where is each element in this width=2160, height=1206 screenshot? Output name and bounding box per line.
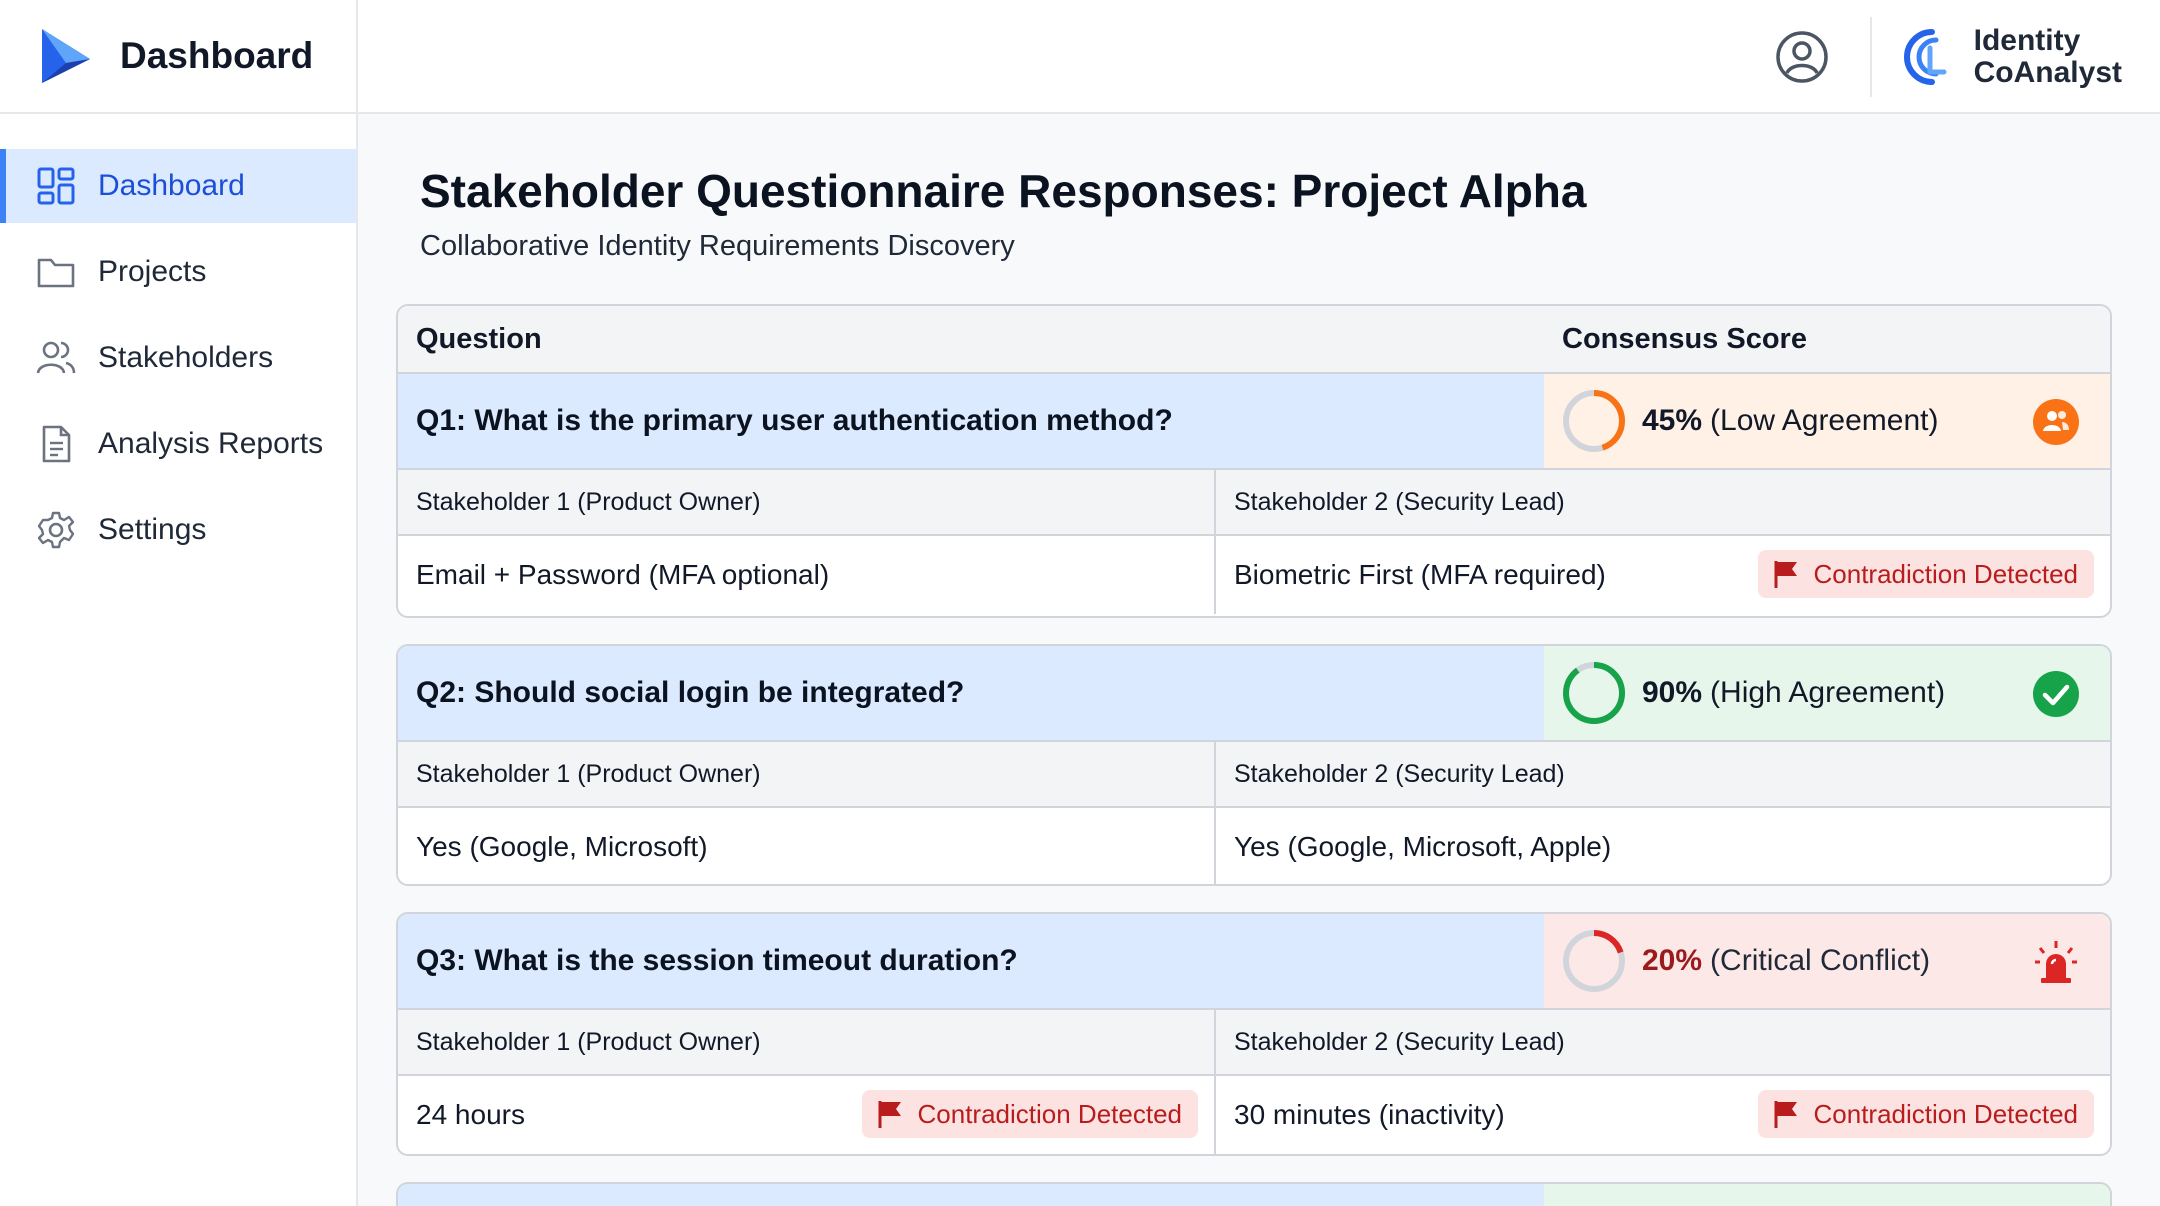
answer-stakeholder-2: Biometric First (MFA required) Contradic… (1216, 536, 2110, 614)
divider (1869, 17, 1872, 97)
sidebar-item-projects[interactable]: Projects (0, 235, 356, 309)
score-label: (Low Agreement) (1710, 404, 1939, 437)
score-percent: 90% (1642, 676, 1703, 709)
answer-stakeholder-2: 30 minutes (inactivity) Contradiction De… (1216, 1076, 2110, 1154)
ring-progress (1563, 662, 1625, 724)
answer-text: Yes (Google, Microsoft, Apple) (1234, 831, 1612, 862)
question-text: Q2: Should social login be integrated? (398, 646, 1544, 740)
stakeholder-1-label: Stakeholder 1 (Product Owner) (398, 470, 1216, 534)
consensus-score-partial (1544, 1184, 2110, 1206)
answer-stakeholder-1: Email + Password (MFA optional) (398, 536, 1216, 614)
stakeholder-header-row: Stakeholder 1 (Product Owner) Stakeholde… (398, 742, 2110, 808)
contradiction-badge[interactable]: Contradiction Detected (1757, 1090, 2094, 1138)
identity-coanalyst-logo-icon (1903, 29, 1947, 85)
question-card-q1: Question Consensus Score Q1: What is the… (396, 304, 2112, 618)
contradiction-badge[interactable]: Contradiction Detected (861, 1090, 1198, 1138)
dashboard-grid-icon (37, 167, 75, 205)
answer-text: Email + Password (MFA optional) (416, 559, 830, 590)
header-score: Consensus Score (1562, 322, 1807, 355)
sidebar-item-dashboard[interactable]: Dashboard (0, 149, 356, 223)
gear-icon (37, 511, 75, 549)
question-row[interactable]: Q1: What is the primary user authenticat… (398, 374, 2110, 470)
sidebar-item-label: Projects (98, 255, 207, 288)
question-row[interactable] (398, 1184, 2110, 1206)
consensus-score: 20% (Critical Conflict) (1544, 914, 2110, 1008)
product-name: Identity CoAnalyst (1974, 25, 2122, 89)
answer-stakeholder-1: 24 hours Contradiction Detected (398, 1076, 1216, 1154)
answer-text: 24 hours (416, 1099, 525, 1130)
badge-label: Contradiction Detected (1813, 558, 2078, 589)
folder-icon (37, 258, 75, 288)
question-card-q3: Q3: What is the session timeout duration… (396, 912, 2112, 1156)
stakeholder-2-label: Stakeholder 2 (Security Lead) (1234, 1027, 1565, 1056)
check-circle-icon (2033, 671, 2079, 717)
siren-icon (2035, 941, 2077, 983)
stakeholder-1-label: Stakeholder 1 (Product Owner) (398, 1010, 1216, 1074)
score-label: (High Agreement) (1710, 676, 1946, 709)
score-percent: 20% (1642, 944, 1703, 977)
stakeholder-header-row: Stakeholder 1 (Product Owner) Stakeholde… (398, 1010, 2110, 1076)
product-name-line1: Identity (1973, 24, 2081, 57)
question-card-q2: Q2: Should social login be integrated? 9… (396, 644, 2112, 886)
app-title: Dashboard (120, 35, 314, 76)
question-card-q4-partial (396, 1182, 2112, 1206)
sidebar: Dashboard Projects Stakeholders Analysis… (0, 114, 358, 1206)
top-bar: Dashboard Identity CoAnalyst (0, 0, 2160, 114)
answer-row: Yes (Google, Microsoft) Yes (Google, Mic… (398, 808, 2110, 884)
flag-icon (1774, 1101, 1797, 1128)
topbar-right: Identity CoAnalyst (1774, 0, 2122, 114)
score-ring-icon (1563, 930, 1625, 992)
product-name-line2: CoAnalyst (1973, 56, 2122, 89)
page-title: Stakeholder Questionnaire Responses: Pro… (420, 165, 1587, 217)
people-alert-icon (2033, 399, 2079, 445)
question-text: Q1: What is the primary user authenticat… (398, 374, 1544, 468)
sidebar-item-label: Settings (98, 513, 207, 546)
stakeholder-1-label: Stakeholder 1 (Product Owner) (398, 742, 1216, 806)
flag-icon (1774, 561, 1797, 588)
stakeholder-header-row: Stakeholder 1 (Product Owner) Stakeholde… (398, 470, 2110, 536)
table-header: Question Consensus Score (398, 306, 2110, 374)
consensus-score: 90% (High Agreement) (1544, 646, 2110, 740)
question-text: Q3: What is the session timeout duration… (398, 914, 1544, 1008)
stakeholder-2-label: Stakeholder 2 (Security Lead) (1234, 759, 1565, 788)
user-account-icon[interactable] (1774, 29, 1830, 85)
brand[interactable]: Dashboard (0, 0, 358, 113)
score-label: (Critical Conflict) (1710, 944, 1931, 977)
score-ring-icon (1563, 662, 1625, 724)
answer-row: 24 hours Contradiction Detected 30 minut… (398, 1076, 2110, 1154)
stakeholder-2-label: Stakeholder 2 (Security Lead) (1234, 487, 1565, 516)
sidebar-item-label: Analysis Reports (98, 427, 324, 460)
page-subtitle: Collaborative Identity Requirements Disc… (420, 230, 1015, 262)
contradiction-badge[interactable]: Contradiction Detected (1757, 550, 2094, 598)
question-row[interactable]: Q2: Should social login be integrated? 9… (398, 646, 2110, 742)
answer-text: 30 minutes (inactivity) (1234, 1099, 1505, 1130)
score-ring-icon (1563, 390, 1625, 452)
flag-icon (878, 1101, 901, 1128)
answer-row: Email + Password (MFA optional) Biometri… (398, 536, 2110, 614)
sidebar-item-settings[interactable]: Settings (0, 493, 356, 567)
badge-label: Contradiction Detected (1813, 1098, 2078, 1129)
score-percent: 45% (1642, 404, 1703, 437)
sidebar-item-analysis-reports[interactable]: Analysis Reports (0, 407, 356, 481)
app-logo-icon (42, 29, 90, 83)
question-text-partial (398, 1184, 1544, 1206)
sidebar-item-label: Dashboard (98, 169, 245, 202)
answer-stakeholder-1: Yes (Google, Microsoft) (398, 808, 1216, 884)
header-question: Question (416, 322, 542, 355)
badge-label: Contradiction Detected (917, 1098, 1182, 1129)
question-row[interactable]: Q3: What is the session timeout duration… (398, 914, 2110, 1010)
document-icon (42, 425, 71, 463)
answer-text: Yes (Google, Microsoft) (416, 831, 708, 862)
answer-text: Biometric First (MFA required) (1234, 559, 1606, 590)
sidebar-item-label: Stakeholders (98, 341, 274, 374)
answer-stakeholder-2: Yes (Google, Microsoft, Apple) (1216, 808, 2110, 884)
sidebar-item-stakeholders[interactable]: Stakeholders (0, 321, 356, 395)
users-icon (36, 341, 76, 374)
consensus-score: 45% (Low Agreement) (1544, 374, 2110, 468)
